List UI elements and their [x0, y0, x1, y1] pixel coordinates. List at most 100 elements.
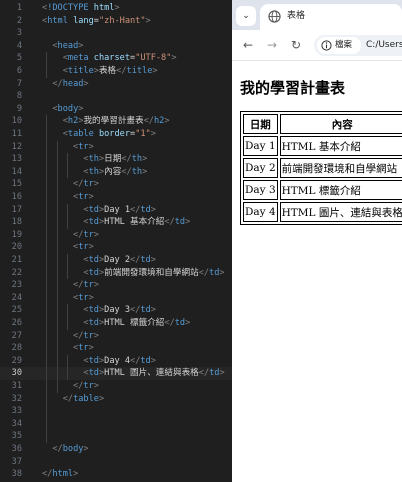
code-line[interactable]: 12 <tr>	[0, 141, 232, 154]
indent-guide	[67, 254, 68, 280]
site-chip-label: 檔案	[335, 40, 353, 50]
code-editor[interactable]: 1 <!DOCTYPE html> 2 <html lang="zh-Hant"> 3 4…	[0, 0, 232, 482]
code-line[interactable]: 30 <td>HTML 圖片、連結與表格</td>	[0, 367, 232, 380]
table-cell-content: HTML 標籤介紹	[279, 180, 402, 200]
address-bar[interactable]: 檔案 C:/Users/	[314, 35, 402, 56]
indent-guide	[67, 153, 68, 179]
code-text: </tr>	[73, 179, 99, 190]
line-number: 18	[11, 217, 22, 228]
code-line[interactable]: 3	[0, 27, 232, 40]
code-text: </tr>	[73, 229, 99, 240]
code-text: <tr>	[73, 141, 94, 152]
table-cell-date: Day 4	[243, 202, 278, 222]
code-line[interactable]: 11 <table border="1">	[0, 128, 232, 141]
line-number: 19	[11, 229, 22, 240]
code-line[interactable]: 19 </tr>	[0, 229, 232, 242]
code-line[interactable]: 25 <td>Day 3</td>	[0, 304, 232, 317]
code-line[interactable]: 35	[0, 430, 232, 443]
line-number: 15	[11, 179, 22, 190]
code-line[interactable]: 16 <tr>	[0, 191, 232, 204]
code-line[interactable]: 7 </head>	[0, 78, 232, 91]
line-number: 25	[11, 305, 22, 316]
line-number: 27	[11, 330, 22, 341]
line-number: 31	[11, 381, 22, 391]
table-header-date: 日期	[243, 114, 278, 134]
indent-guide	[67, 304, 68, 330]
code-line[interactable]: 1 <!DOCTYPE html>	[0, 2, 232, 15]
line-number: 38	[11, 469, 22, 480]
code-text: <tr>	[73, 192, 94, 202]
line-number: 20	[11, 242, 22, 253]
line-number: 22	[11, 267, 22, 278]
code-line[interactable]: 32 </table>	[0, 393, 232, 406]
code-line[interactable]: 2 <html lang="zh-Hant">	[0, 15, 232, 28]
code-text: </body>	[52, 444, 89, 454]
tab-search-button[interactable]: ⌄	[236, 6, 256, 26]
code-line[interactable]: 31 </tr>	[0, 380, 232, 393]
line-number: 11	[11, 129, 22, 139]
back-button[interactable]: ←	[240, 37, 256, 53]
line-number: 29	[11, 355, 22, 366]
code-text: <table border="1">	[62, 129, 156, 139]
line-number: 1	[16, 3, 22, 13]
code-text: <head>	[52, 40, 84, 51]
code-line[interactable]: 27 </tr>	[0, 330, 232, 343]
code-line[interactable]: 36 </body>	[0, 443, 232, 456]
code-line[interactable]: 22 <td>前端開發環境和自學網站</td>	[0, 267, 232, 280]
code-line[interactable]: 4 <head>	[0, 40, 232, 53]
code-line[interactable]: 34	[0, 418, 232, 431]
code-text: <td>Day 1</td>	[83, 204, 156, 215]
line-number: 36	[11, 444, 22, 454]
code-text: <title>表格</title>	[62, 66, 158, 76]
code-line[interactable]: 9 <body>	[0, 103, 232, 116]
code-text: <!DOCTYPE html>	[42, 3, 120, 13]
code-line[interactable]: 37	[0, 456, 232, 469]
chevron-down-icon: ⌄	[242, 11, 250, 21]
code-line[interactable]: 17 <td>Day 1</td>	[0, 204, 232, 217]
code-text: <tr>	[73, 292, 94, 303]
code-line[interactable]: 20 <tr>	[0, 241, 232, 254]
reload-icon: ↻	[290, 38, 302, 52]
code-text: <td>Day 4</td>	[83, 355, 156, 366]
forward-button[interactable]: →	[264, 37, 280, 53]
code-line[interactable]: 26 <td>HTML 標籤介紹</td>	[0, 317, 232, 330]
back-arrow-icon: ←	[242, 38, 254, 52]
code-line[interactable]: 10 <h2>我的學習計畫表</h2>	[0, 115, 232, 128]
line-number: 8	[16, 91, 22, 102]
code-line[interactable]: 38 </html>	[0, 468, 232, 481]
code-text: <td>HTML 標籤介紹</td>	[83, 318, 191, 328]
site-info-chip[interactable]: 檔案	[317, 37, 361, 54]
code-line[interactable]: 8	[0, 90, 232, 103]
code-line[interactable]: 28 <tr>	[0, 342, 232, 355]
code-text: <html lang="zh-Hant">	[42, 15, 151, 26]
code-text: <tr>	[73, 343, 94, 354]
code-line[interactable]: 24 <tr>	[0, 292, 232, 305]
code-line[interactable]: 5 <meta charset="UTF-8">	[0, 52, 232, 65]
table-row: Day 1 HTML 基本介紹	[243, 136, 402, 156]
code-line[interactable]: 21 <td>Day 2</td>	[0, 254, 232, 267]
line-number: 37	[11, 456, 22, 467]
info-icon	[321, 40, 332, 51]
code-line[interactable]: 6 <title>表格</title>	[0, 65, 232, 78]
table-header-row: 日期 內容	[243, 114, 402, 134]
line-number: 3	[16, 28, 22, 39]
table-row: Day 2 前端開發環境和自學網站	[243, 158, 402, 178]
reload-button[interactable]: ↻	[288, 37, 304, 53]
line-number: 9	[16, 103, 22, 114]
code-line[interactable]: 18 <td>HTML 基本介紹</td>	[0, 216, 232, 229]
code-text: <td>前端開發環境和自學網站</td>	[83, 267, 225, 278]
code-line[interactable]: 15 </tr>	[0, 178, 232, 191]
browser-tab[interactable]: 表格	[260, 4, 402, 30]
code-text: <body>	[52, 103, 84, 114]
study-plan-table: 日期 內容 Day 1 HTML 基本介紹 Day 2 前端開發環境和自學網站 …	[240, 111, 402, 225]
line-number: 14	[11, 166, 22, 177]
code-line[interactable]: 14 <th>內容</th>	[0, 166, 232, 179]
code-text: <h2>我的學習計畫表</h2>	[62, 116, 170, 127]
indent-guide	[46, 52, 47, 78]
table-row: Day 3 HTML 標籤介紹	[243, 180, 402, 200]
code-line[interactable]: 13 <th>日期</th>	[0, 153, 232, 166]
code-line[interactable]: 29 <td>Day 4</td>	[0, 355, 232, 368]
line-number: 21	[11, 255, 22, 265]
code-line[interactable]: 33	[0, 405, 232, 418]
code-line[interactable]: 23 </tr>	[0, 279, 232, 292]
